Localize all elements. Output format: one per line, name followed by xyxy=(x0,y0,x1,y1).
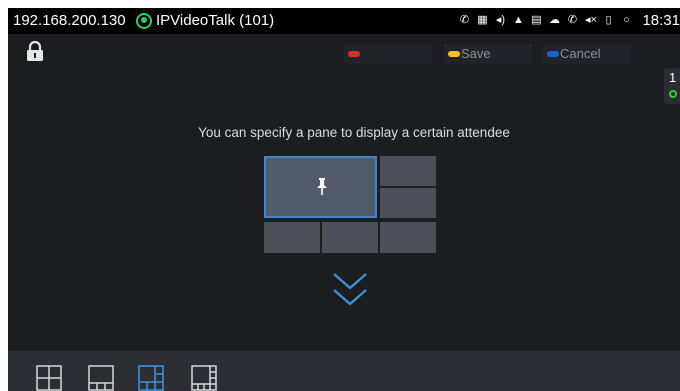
yellow-key-dot xyxy=(448,51,460,57)
screen: 192.168.200.130 IPVideoTalk (101) ✆ ▦ ◂)… xyxy=(8,8,680,391)
battery-icon: ▯ xyxy=(605,14,612,26)
status-bar: 192.168.200.130 IPVideoTalk (101) ✆ ▦ ◂)… xyxy=(8,8,680,34)
voicemail-icon: ▦ xyxy=(477,14,488,26)
double-chevron-down-icon[interactable] xyxy=(331,270,369,310)
red-softkey[interactable] xyxy=(344,44,432,64)
call-forward-icon: ✆ xyxy=(459,14,470,26)
save-label: Save xyxy=(461,46,491,61)
layout-one-plus-three-icon[interactable] xyxy=(88,365,114,391)
cancel-button[interactable]: Cancel xyxy=(543,44,631,64)
sync-icon: ○ xyxy=(623,14,630,26)
red-key-dot xyxy=(348,51,360,57)
ip-address: 192.168.200.130 xyxy=(13,12,126,29)
pin-icon xyxy=(317,178,327,195)
lock-icon[interactable] xyxy=(26,41,44,61)
ipvideotalk-icon xyxy=(136,13,152,29)
cancel-label: Cancel xyxy=(560,46,601,61)
cloud-icon: ☁ xyxy=(549,14,560,26)
participant-count: 1 xyxy=(669,70,677,85)
mute-icon: ◂× xyxy=(585,14,597,26)
pane[interactable] xyxy=(380,188,436,218)
pane[interactable] xyxy=(322,222,378,253)
layout-one-plus-seven-icon[interactable] xyxy=(191,365,217,391)
status-icons: ✆ ▦ ◂) ▲ ▤ ☁ ✆ ◂× ▯ ○ xyxy=(459,14,632,26)
layout-quad-icon[interactable] xyxy=(36,365,62,391)
blue-key-dot xyxy=(547,51,559,57)
sd-card-icon: ▤ xyxy=(531,14,542,26)
app-name: IPVideoTalk (101) xyxy=(156,12,275,29)
main-pane[interactable] xyxy=(264,156,377,218)
phone-icon: ✆ xyxy=(567,14,578,26)
pane[interactable] xyxy=(380,222,436,253)
pane[interactable] xyxy=(264,222,320,253)
camera-icon xyxy=(669,90,677,98)
pane-layout-grid xyxy=(264,156,436,253)
volume-icon: ◂) xyxy=(495,14,506,26)
save-button[interactable]: Save xyxy=(444,44,532,64)
wifi-icon: ▲ xyxy=(513,14,524,26)
layout-bar xyxy=(8,351,680,391)
pane[interactable] xyxy=(380,156,436,186)
clock: 18:31 xyxy=(642,12,680,29)
hint-text: You can specify a pane to display a cert… xyxy=(198,125,510,140)
layout-one-plus-five-icon[interactable] xyxy=(138,365,164,391)
participants-tab[interactable]: 1 xyxy=(664,68,680,104)
